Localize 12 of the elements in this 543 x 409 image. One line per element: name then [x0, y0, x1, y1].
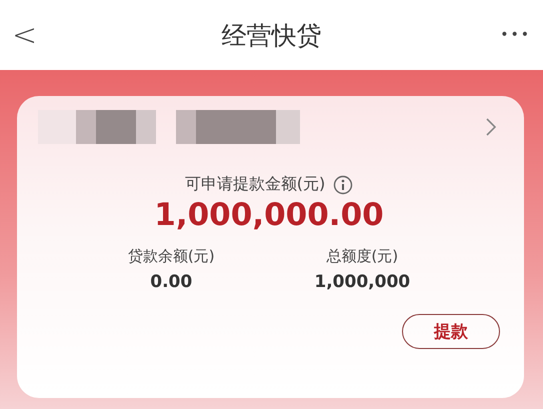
stat-value: 0.00 [150, 272, 192, 292]
withdraw-button[interactable]: 提款 [402, 314, 500, 349]
page-title: 经营快贷 [222, 20, 322, 52]
stat-label: 总额度(元) [326, 247, 398, 266]
info-icon[interactable] [333, 174, 354, 194]
back-button[interactable]: < [12, 18, 52, 52]
chevron-right-icon[interactable] [486, 118, 496, 136]
stat-value: 1,000,000 [314, 272, 410, 292]
available-amount: 1,000,000.00 [153, 197, 385, 233]
available-amount-label: 可申请提款金额(元) [184, 174, 326, 195]
stat-label: 贷款余额(元) [128, 247, 215, 266]
more-button[interactable]: ••• [491, 27, 531, 43]
